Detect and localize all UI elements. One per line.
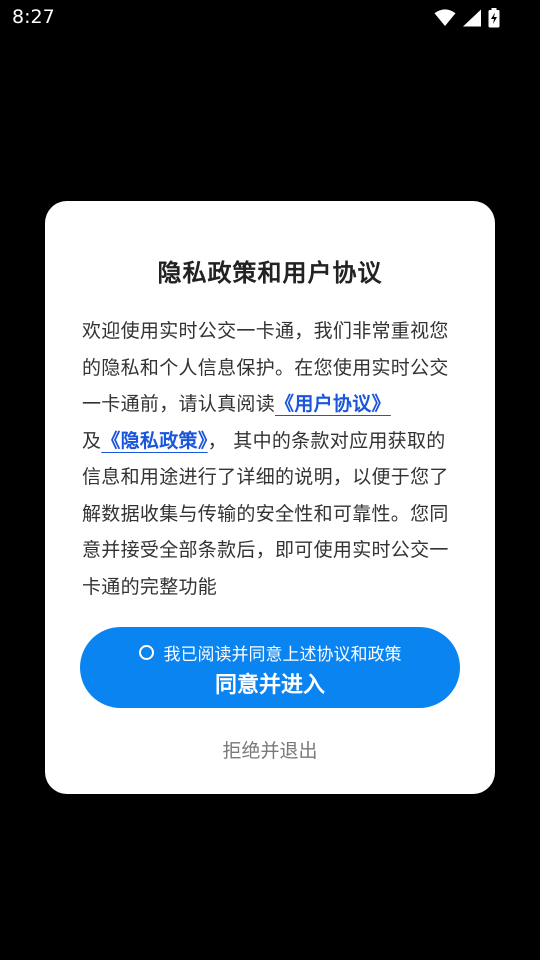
status-icons <box>434 7 500 29</box>
screen: 8:27 隐私政策和用户协议 欢迎使用实时公交一卡通，我们非常重视您的隐私和个人… <box>0 0 540 960</box>
agreement-checkbox-row[interactable]: 我已阅读并同意上述协议和政策 <box>80 640 460 665</box>
battery-charging-icon <box>488 8 500 28</box>
agreement-checkbox-label: 我已阅读并同意上述协议和政策 <box>163 645 402 665</box>
cellular-signal-icon <box>462 9 482 27</box>
privacy-dialog: 隐私政策和用户协议 欢迎使用实时公交一卡通，我们非常重视您的隐私和个人信息保护。… <box>45 201 495 794</box>
decline-and-exit-button[interactable]: 拒绝并退出 <box>45 736 495 763</box>
agree-button-label: 同意并进入 <box>214 673 325 698</box>
agree-and-enter-button[interactable]: 我已阅读并同意上述协议和政策 同意并进入 <box>80 627 460 708</box>
wifi-icon <box>434 9 456 27</box>
privacy-policy-link[interactable]: 《隐私政策》 <box>101 430 207 452</box>
body-text-intro: 欢迎使用实时公交一卡通，我们非常重视您的隐私和个人信息保护。在您使用实时公交一卡… <box>82 320 449 415</box>
dialog-body: 欢迎使用实时公交一卡通，我们非常重视您的隐私和个人信息保护。在您使用实时公交一卡… <box>82 313 462 605</box>
body-text-rest: ， 其中的条款对应用获取的信息和用途进行了详细的说明，以便于您了解数据收集与传输… <box>82 429 449 598</box>
body-text-and: 及 <box>82 429 102 452</box>
user-agreement-link[interactable]: 《用户协议》 <box>275 393 391 415</box>
status-time: 8:27 <box>12 6 55 28</box>
status-bar: 8:27 <box>0 0 540 36</box>
dialog-title: 隐私政策和用户协议 <box>157 259 383 287</box>
agreement-checkbox[interactable] <box>138 645 154 660</box>
